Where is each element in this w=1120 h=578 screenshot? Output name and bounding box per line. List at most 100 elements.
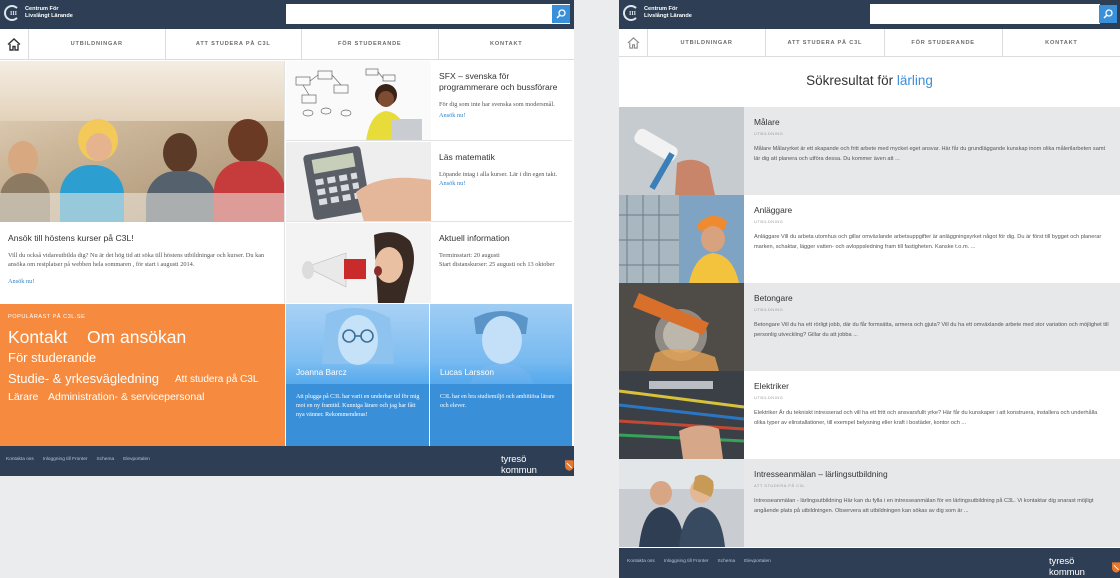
result-description: Målare Målaryrket är ett skapande och fr… bbox=[754, 146, 1106, 162]
feature-math-photo bbox=[286, 142, 431, 221]
search-input[interactable] bbox=[286, 4, 570, 24]
result-title[interactable]: Målare bbox=[754, 117, 1110, 127]
result-thumb-elektriker bbox=[619, 371, 744, 459]
result-category: UTBILDNING bbox=[754, 395, 784, 400]
result-title[interactable]: Intresseanmälan – lärlingsutbildning bbox=[754, 469, 1110, 479]
footer-link-elevportalen[interactable]: Elevportalen bbox=[744, 559, 771, 564]
feature-sfx-photo bbox=[286, 61, 431, 140]
hero-apply-link[interactable]: Ansök nu! bbox=[8, 278, 276, 285]
feature-sfx-link[interactable]: Ansök nu! bbox=[439, 112, 567, 119]
footer-links: Kontakta oss Inloggning till Fronter Sch… bbox=[6, 457, 150, 462]
nav-kontakt[interactable]: KONTAKT bbox=[1003, 29, 1120, 56]
result-item-anlaggare[interactable]: Anläggare UTBILDNING Anläggare Vill du a… bbox=[619, 195, 1120, 283]
logo-text: Centrum För Livslångt Lärande bbox=[25, 6, 73, 19]
logo-mark-icon: III bbox=[623, 5, 639, 21]
site-footer: Kontakta oss Inloggning till Fronter Sch… bbox=[0, 446, 574, 476]
logo-line1: Centrum För bbox=[25, 6, 59, 13]
feature-sfx-description: För dig som inte har svenska som modersm… bbox=[439, 101, 555, 108]
result-item-elektriker[interactable]: Elektriker UTBILDNING Elektriker Är du t… bbox=[619, 371, 1120, 459]
tag-att-studera[interactable]: Att studera på C3L bbox=[175, 375, 258, 385]
hero-description: Vill du också vidareutbilda dig? Nu är d… bbox=[8, 252, 265, 268]
nav-att-studera[interactable]: ATT STUDERA PÅ C3L bbox=[166, 29, 302, 59]
logo-mark-text: III bbox=[10, 11, 18, 17]
main-nav: UTBILDNINGAR ATT STUDERA PÅ C3L FÖR STUD… bbox=[0, 29, 574, 60]
result-title[interactable]: Betongare bbox=[754, 293, 1110, 303]
feature-math-title: Läs matematik bbox=[439, 152, 495, 162]
result-title[interactable]: Elektriker bbox=[754, 381, 1110, 391]
site-header: III Centrum För Livslångt Lärande bbox=[619, 0, 1120, 29]
footer-link-fronter[interactable]: Inloggning till Fronter bbox=[43, 457, 88, 462]
result-description: Elektriker Är du tekniskt intresserad oc… bbox=[754, 410, 1098, 426]
feature-info-title: Aktuell information bbox=[439, 233, 510, 243]
tyreso-shield-icon bbox=[1111, 561, 1120, 573]
nav-for-studerande[interactable]: FÖR STUDERANDE bbox=[302, 29, 439, 59]
footer-link-schema[interactable]: Schema bbox=[718, 559, 736, 564]
feature-info-card[interactable]: Aktuell information Terminsstart: 20 aug… bbox=[286, 223, 572, 303]
hero-card[interactable]: Ansök till höstens kurser på C3L! Vill d… bbox=[0, 61, 285, 303]
logo-line2: Livslångt Lärande bbox=[644, 13, 692, 19]
joanna-quote: Att plugga på C3L har varit en underbar … bbox=[296, 394, 420, 418]
feature-info-photo bbox=[286, 223, 431, 303]
tag-larare[interactable]: Lärare bbox=[8, 392, 38, 403]
nav-kontakt[interactable]: KONTAKT bbox=[439, 29, 575, 59]
nav-att-studera[interactable]: ATT STUDERA PÅ C3L bbox=[766, 29, 885, 56]
tag-for-studerande[interactable]: För studerande bbox=[8, 351, 96, 364]
feature-info-description: Terminsstart: 20 augusti Start distansku… bbox=[439, 252, 555, 268]
search-results-window: III Centrum För Livslångt Lärande UTBILD… bbox=[619, 0, 1120, 578]
logo-mark-text: III bbox=[629, 11, 637, 17]
tyreso-brand-text: tyresö kommun bbox=[501, 454, 537, 476]
result-title[interactable]: Anläggare bbox=[754, 205, 1110, 215]
feature-sfx-card[interactable]: SFX – svenska för programmerare och buss… bbox=[286, 61, 572, 141]
nav-utbildningar[interactable]: UTBILDNINGAR bbox=[648, 29, 767, 56]
search-button[interactable] bbox=[1099, 5, 1117, 23]
result-item-malare[interactable]: Målare UTBILDNING Målare Målaryrket är e… bbox=[619, 107, 1120, 195]
footer-link-kontakta[interactable]: Kontakta oss bbox=[6, 457, 34, 462]
homepage-window: III Centrum För Livslångt Lärande UTBILD… bbox=[0, 0, 574, 476]
site-header: III Centrum För Livslångt Lärande bbox=[0, 0, 574, 29]
home-button[interactable] bbox=[619, 29, 648, 56]
popular-links-panel: POPULÄRAST PÅ C3L.SE Kontakt Om ansökan … bbox=[0, 304, 285, 446]
tag-administration[interactable]: Administration- & servicepersonal bbox=[48, 392, 204, 403]
testimonial-lucas-card[interactable]: Lucas Larsson C3L har en bra studiemiljö… bbox=[430, 304, 572, 446]
site-footer: Kontakta oss Inloggning till Fronter Sch… bbox=[619, 548, 1120, 578]
result-item-betongare[interactable]: Betongare UTBILDNING Betongare Vill du h… bbox=[619, 283, 1120, 371]
result-description: Anläggare Vill du arbeta utomhus och gil… bbox=[754, 234, 1102, 250]
tyreso-brand[interactable]: tyresö kommun bbox=[501, 454, 574, 476]
footer-link-schema[interactable]: Schema bbox=[97, 457, 115, 462]
logo-mark-icon: III bbox=[4, 5, 20, 21]
tag-studie-yrkesvagledning[interactable]: Studie- & yrkesvägledning bbox=[8, 372, 159, 385]
main-nav: UTBILDNINGAR ATT STUDERA PÅ C3L FÖR STUD… bbox=[619, 29, 1120, 57]
result-thumb-malare bbox=[619, 107, 744, 195]
nav-for-studerande[interactable]: FÖR STUDERANDE bbox=[885, 29, 1003, 56]
result-item-intresseanmalan[interactable]: Intresseanmälan – lärlingsutbildning ATT… bbox=[619, 459, 1120, 547]
home-icon bbox=[627, 36, 639, 49]
logo-line1: Centrum För bbox=[644, 6, 678, 13]
search-icon bbox=[556, 9, 566, 19]
feature-math-card[interactable]: Läs matematik Löpande intag i alla kurse… bbox=[286, 142, 572, 222]
tag-kontakt[interactable]: Kontakt bbox=[8, 328, 67, 347]
footer-link-elevportalen[interactable]: Elevportalen bbox=[123, 457, 150, 462]
popular-label: POPULÄRAST PÅ C3L.SE bbox=[8, 314, 86, 320]
tyreso-brand[interactable]: tyresö kommun bbox=[1049, 556, 1120, 578]
result-category: UTBILDNING bbox=[754, 131, 784, 136]
home-button[interactable] bbox=[0, 29, 29, 59]
results-heading: Sökresultat för lärling bbox=[619, 57, 1120, 104]
feature-sfx-title: SFX – svenska för programmerare och buss… bbox=[439, 71, 558, 92]
c3l-logo[interactable]: III Centrum För Livslångt Lärande bbox=[4, 5, 73, 21]
feature-math-link[interactable]: Ansök nu! bbox=[439, 180, 567, 187]
search-input[interactable] bbox=[870, 4, 1100, 24]
testimonial-joanna-card[interactable]: Joanna Barcz Att plugga på C3L har varit… bbox=[286, 304, 429, 446]
result-description: Intresseanmälan - lärlingsutbildning Här… bbox=[754, 498, 1094, 514]
hero-title: Ansök till höstens kurser på C3L! bbox=[8, 233, 134, 243]
result-thumb-intresseanmalan bbox=[619, 459, 744, 547]
lucas-quote: C3L har en bra studiemiljö och ambitiösa… bbox=[440, 394, 555, 409]
footer-link-kontakta[interactable]: Kontakta oss bbox=[627, 559, 655, 564]
lucas-name: Lucas Larsson bbox=[440, 367, 494, 377]
logo-text: Centrum För Livslångt Lärande bbox=[644, 6, 692, 19]
footer-link-fronter[interactable]: Inloggning till Fronter bbox=[664, 559, 709, 564]
tag-om-ansokan[interactable]: Om ansökan bbox=[87, 328, 186, 347]
search-button[interactable] bbox=[552, 5, 570, 23]
c3l-logo[interactable]: III Centrum För Livslångt Lärande bbox=[623, 5, 692, 21]
result-category: UTBILDNING bbox=[754, 219, 784, 224]
nav-utbildningar[interactable]: UTBILDNINGAR bbox=[29, 29, 166, 59]
